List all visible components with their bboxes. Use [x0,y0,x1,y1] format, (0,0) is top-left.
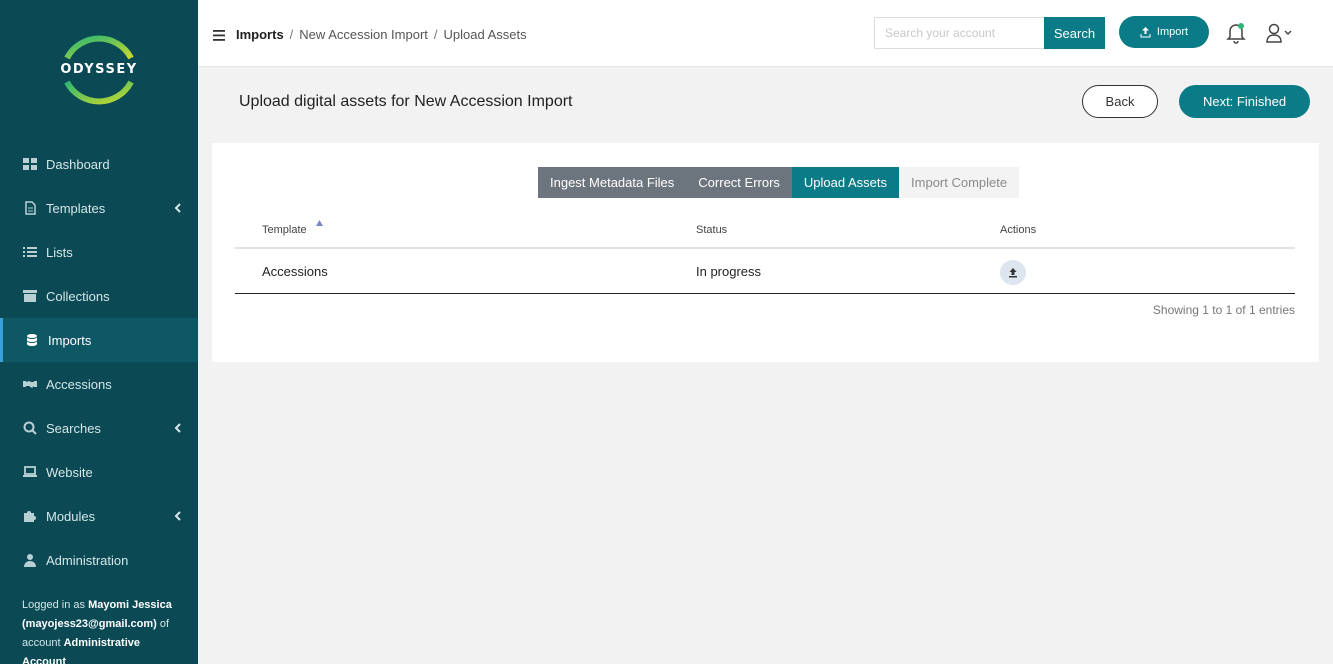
sidebar-item-label: Templates [46,200,106,216]
cell-status: In progress [696,264,762,279]
import-table: Template Status Actions Accessions In pr… [235,213,1295,294]
page-title: Upload digital assets for New Accession … [239,93,573,110]
file-icon [22,201,38,215]
sort-ascending-icon[interactable] [316,220,323,226]
column-header-template[interactable]: Template [262,224,307,236]
column-header-status[interactable]: Status [696,224,727,236]
search-button[interactable]: Search [1044,17,1105,49]
search-icon [22,421,38,435]
sidebar-item-modules[interactable]: Modules [0,494,198,538]
sidebar-item-templates[interactable]: Templates [0,186,198,230]
table-entries-info: Showing 1 to 1 of 1 entries [1152,303,1295,317]
upload-assets-card: Ingest Metadata Files Correct Errors Upl… [212,143,1319,362]
search-input[interactable] [874,17,1045,49]
chevron-left-icon [174,511,181,521]
sidebar-item-label: Website [46,464,93,480]
breadcrumb-upload-assets: Upload Assets [443,27,527,42]
sidebar: ODYSSEY Dashboard Templates Lists Collec… [0,0,198,664]
breadcrumb-imports[interactable]: Imports [236,27,284,42]
breadcrumb: Imports / New Accession Import / Upload Asse… [236,27,527,42]
breadcrumb-new-accession-import[interactable]: New Accession Import [299,27,428,42]
sidebar-item-label: Administration [46,552,129,568]
step-upload-assets[interactable]: Upload Assets [791,167,900,198]
back-button[interactable]: Back [1082,85,1158,118]
step-correct-errors[interactable]: Correct Errors [686,167,792,198]
import-button[interactable]: Import [1119,16,1209,48]
sidebar-item-accessions[interactable]: Accessions [0,362,198,406]
user-icon [22,553,38,567]
puzzle-icon [22,509,38,523]
sidebar-item-label: Imports [48,332,92,348]
upload-icon [1009,267,1017,277]
sidebar-item-label: Lists [46,244,73,260]
chevron-left-icon [174,423,181,433]
sidebar-item-label: Searches [46,420,101,436]
table-row: Accessions In progress [235,249,1295,294]
logo-text: ODYSSEY [60,62,138,77]
step-import-complete: Import Complete [899,167,1020,198]
chevron-left-icon [174,203,181,213]
sidebar-item-administration[interactable]: Administration [0,538,198,582]
sidebar-item-lists[interactable]: Lists [0,230,198,274]
user-account-icon[interactable] [1266,23,1296,43]
login-prefix: Logged in as [22,599,89,611]
sidebar-item-label: Accessions [46,376,112,392]
next-finished-button[interactable]: Next: Finished [1179,85,1310,118]
login-info: Logged in as Mayomi Jessica (mayojess23@… [22,596,186,664]
upload-icon [1140,26,1151,37]
step-ingest-metadata-files[interactable]: Ingest Metadata Files [538,167,687,198]
database-icon [24,333,40,347]
import-steps: Ingest Metadata Files Correct Errors Upl… [538,167,1020,198]
dashboard-icon [22,157,38,171]
sidebar-item-collections[interactable]: Collections [0,274,198,318]
handshake-icon [22,377,38,391]
sidebar-item-label: Collections [46,288,110,304]
list-icon [22,245,38,259]
table-header: Template Status Actions [235,213,1295,249]
sidebar-item-website[interactable]: Website [0,450,198,494]
login-user-name: Mayomi Jessica [88,599,172,611]
odyssey-logo[interactable]: ODYSSEY [57,28,141,112]
sidebar-item-searches[interactable]: Searches [0,406,198,450]
sidebar-item-label: Dashboard [46,156,110,172]
hamburger-menu-icon[interactable] [213,30,225,41]
laptop-icon [22,465,38,479]
import-button-label: Import [1156,26,1189,38]
sidebar-item-label: Modules [46,508,96,524]
column-header-actions: Actions [1000,224,1037,236]
cell-template: Accessions [262,264,328,279]
top-header: Imports / New Accession Import / Upload Asse… [198,0,1333,67]
sidebar-item-imports[interactable]: Imports [0,318,198,362]
notification-bell-icon[interactable] [1226,22,1246,44]
archive-box-icon [22,289,38,303]
sidebar-nav: Dashboard Templates Lists Collections Im… [0,142,198,582]
login-user-email: (mayojess23@gmail.com) [22,618,157,630]
upload-asset-button[interactable] [1000,260,1026,285]
sidebar-item-dashboard[interactable]: Dashboard [0,142,198,186]
